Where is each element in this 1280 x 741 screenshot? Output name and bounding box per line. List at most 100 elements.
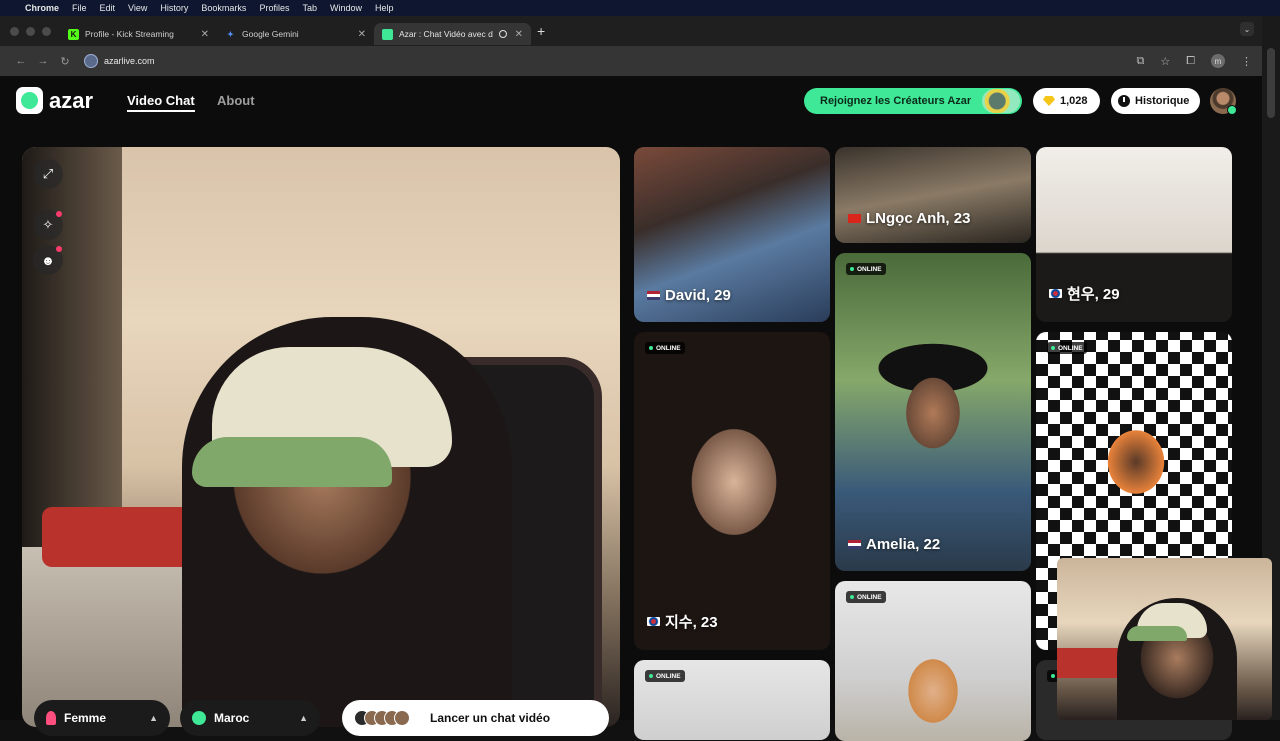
menu-bookmarks[interactable]: Bookmarks [201, 3, 246, 13]
online-badge: ONLINE [846, 591, 886, 603]
profile-card[interactable]: ONLINE 지수, 23 [634, 332, 830, 650]
tab-azar[interactable]: Azar : Chat Vidéo avec de ✕ [374, 23, 531, 45]
online-dot [1051, 674, 1055, 678]
tab-label: Google Gemini [242, 29, 299, 39]
profile-card[interactable]: David, 29 [634, 147, 830, 322]
minimize-window-button[interactable] [26, 26, 35, 36]
online-dot [649, 346, 653, 350]
gemini-icon: ✦ [227, 29, 234, 39]
gender-label: Femme [64, 711, 107, 725]
menu-view[interactable]: View [128, 3, 147, 13]
forward-icon[interactable]: → [32, 55, 54, 67]
profile-name-text: 현우, 29 [1067, 286, 1120, 303]
menu-tab[interactable]: Tab [302, 3, 317, 13]
url-text: azarlive.com [104, 56, 155, 66]
region-filter-button[interactable]: Maroc ▲ [180, 700, 320, 736]
profile-card[interactable]: 현우, 29 [1036, 147, 1232, 322]
online-dot [1051, 346, 1055, 350]
join-creators-button[interactable]: Rejoignez les Créateurs Azar [804, 88, 1022, 114]
gender-filter-button[interactable]: Femme ▲ [34, 700, 170, 736]
clock-icon [1118, 95, 1130, 107]
close-window-button[interactable] [10, 26, 19, 36]
start-video-chat-button[interactable]: Lancer un chat vidéo [342, 700, 609, 736]
azar-page: azar Video Chat About Rejoignez les Créa… [0, 76, 1272, 741]
tab-label: Profile - Kick Streaming [85, 29, 174, 39]
tab-kick[interactable]: K Profile - Kick Streaming ✕ [60, 23, 217, 45]
new-tab-button[interactable]: + [531, 23, 545, 39]
menu-help[interactable]: Help [375, 3, 394, 13]
online-dot [850, 267, 854, 271]
region-label: Maroc [214, 711, 250, 725]
online-label: ONLINE [857, 593, 882, 601]
profile-card[interactable]: ONLINE Amelia, 22 [835, 253, 1031, 571]
nav-video-chat[interactable]: Video Chat [127, 93, 195, 112]
nav-about[interactable]: About [217, 93, 255, 108]
azar-logo[interactable]: azar [16, 87, 93, 114]
back-icon[interactable]: ← [10, 55, 32, 67]
logo-text: azar [49, 87, 94, 113]
menu-edit[interactable]: Edit [100, 3, 116, 13]
scrollbar-thumb[interactable] [1267, 48, 1275, 118]
url-field[interactable]: azarlive.com [84, 54, 155, 68]
site-info-icon[interactable] [84, 54, 98, 68]
tab-gemini[interactable]: ✦ Google Gemini ✕ [217, 23, 374, 45]
online-dot [850, 595, 854, 599]
fullscreen-button[interactable]: ⤢ [33, 159, 63, 189]
start-label: Lancer un chat vidéo [430, 711, 551, 725]
profile-card[interactable]: LNgọc Anh, 23 [835, 147, 1031, 243]
profile-name: 현우, 29 [1049, 283, 1120, 304]
azar-logo-icon [16, 87, 43, 114]
more-menu-icon[interactable]: ⋮ [1241, 55, 1252, 68]
profile-name-text: Amelia, 22 [866, 536, 941, 553]
close-tab-icon[interactable]: ✕ [201, 29, 209, 40]
notification-dot [56, 246, 62, 252]
online-badge: ONLINE [645, 670, 685, 682]
recording-icon [498, 30, 507, 38]
creator-illustration [982, 89, 1020, 113]
female-icon [46, 711, 56, 725]
macos-menubar: Chrome File Edit View History Bookmarks … [0, 0, 1280, 16]
window-controls [0, 26, 60, 36]
profile-name: Amelia, 22 [848, 536, 940, 553]
vn-flag-icon [848, 214, 861, 223]
profile-name-text: David, 29 [665, 287, 731, 304]
menu-history[interactable]: History [160, 3, 188, 13]
tab-search-icon[interactable]: ⌄ [1240, 22, 1254, 36]
gem-icon [1043, 96, 1055, 106]
profile-card[interactable]: ONLINE [835, 581, 1031, 741]
extensions-icon[interactable]: ⧠ [1186, 55, 1195, 68]
close-tab-icon[interactable]: ✕ [515, 29, 523, 40]
menu-file[interactable]: File [72, 3, 87, 13]
user-faces-stack [354, 710, 410, 726]
menu-app-name[interactable]: Chrome [25, 3, 59, 13]
globe-icon [192, 711, 206, 725]
kick-icon: K [68, 28, 79, 40]
online-badge: ONLINE [846, 263, 886, 275]
address-bar: ← → ↻ azarlive.com ⧉ ☆ ⧠ m ⋮ [0, 46, 1262, 76]
history-label: Historique [1135, 95, 1190, 107]
chevron-up-icon: ▲ [149, 713, 158, 723]
profile-card[interactable]: ONLINE [634, 660, 830, 740]
close-tab-icon[interactable]: ✕ [358, 29, 366, 40]
history-button[interactable]: Historique [1111, 88, 1200, 114]
menu-window[interactable]: Window [330, 3, 362, 13]
profile-avatar[interactable]: m [1211, 54, 1225, 68]
menu-profiles[interactable]: Profiles [259, 3, 289, 13]
bookmark-star-icon[interactable]: ☆ [1160, 55, 1170, 68]
profile-name: LNgọc Anh, 23 [848, 210, 970, 227]
profile-name-text: LNgọc Anh, 23 [866, 210, 971, 227]
video-cap-visor [192, 437, 392, 487]
reload-icon[interactable]: ↻ [54, 55, 76, 68]
face-filter-button[interactable]: ☻ [33, 245, 63, 275]
install-app-icon[interactable]: ⧉ [1136, 55, 1144, 68]
profile-name: David, 29 [647, 287, 731, 304]
self-camera-preview[interactable] [1057, 558, 1272, 720]
kr-flag-icon [1049, 289, 1062, 298]
online-dot [649, 674, 653, 678]
azar-icon [382, 28, 393, 40]
preview-cap-visor [1127, 626, 1187, 641]
user-avatar[interactable] [1210, 88, 1237, 115]
effects-button[interactable]: ✧ [33, 210, 63, 240]
zoom-window-button[interactable] [42, 26, 51, 36]
gems-balance-button[interactable]: 1,028 [1033, 88, 1100, 114]
